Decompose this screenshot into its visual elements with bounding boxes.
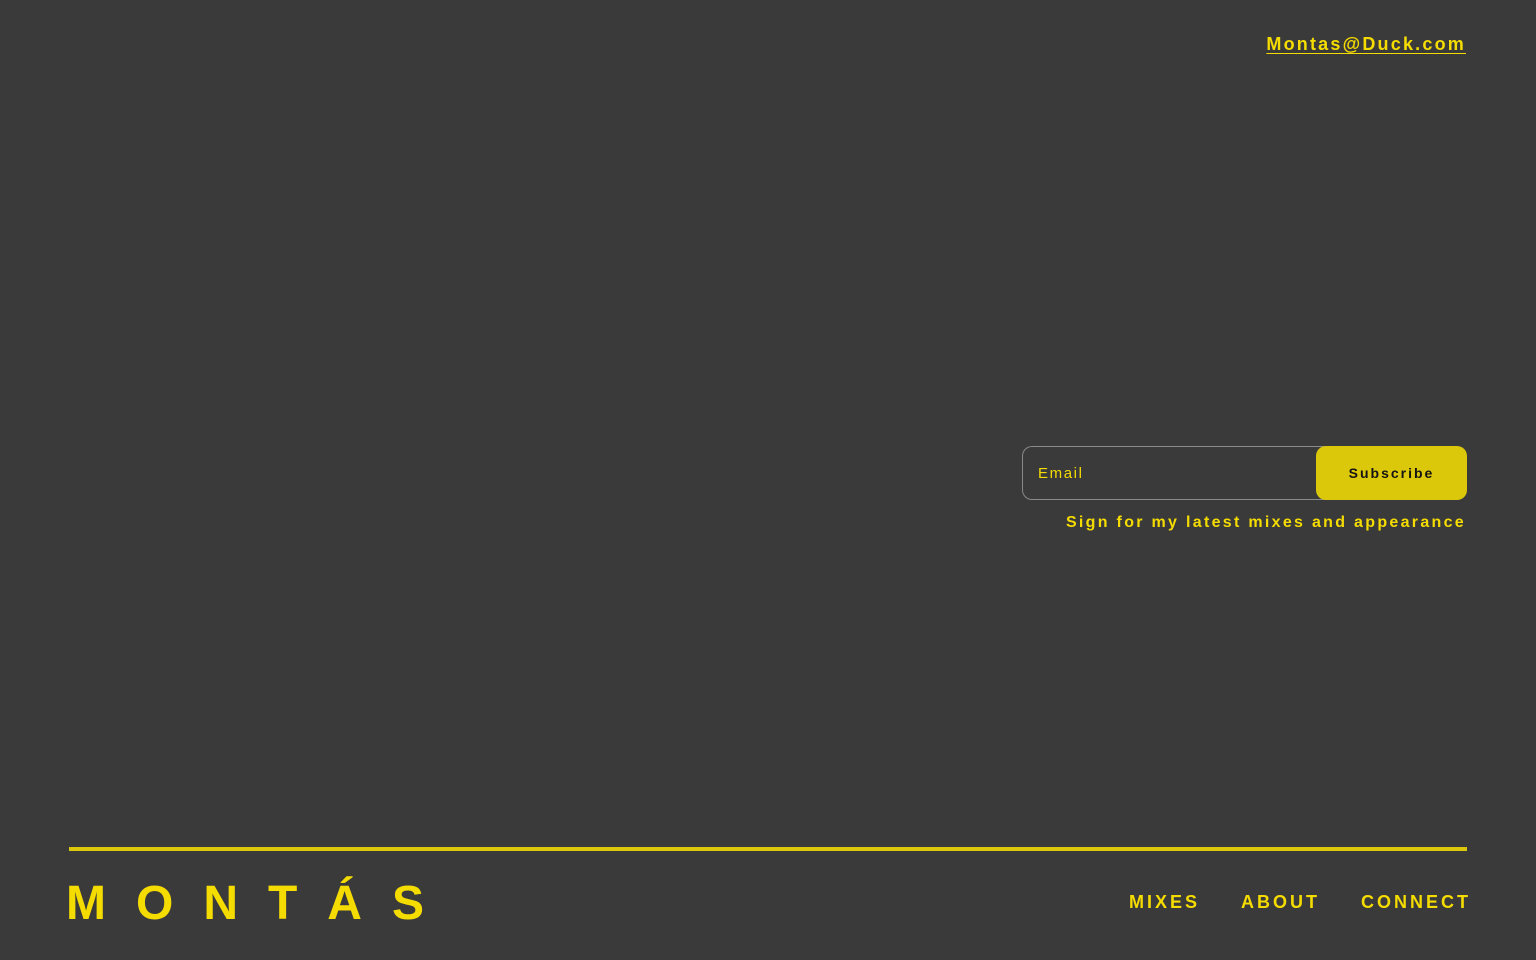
site-logo[interactable]: MONTÁS bbox=[66, 876, 454, 932]
nav-about-link[interactable]: ABOUT bbox=[1241, 890, 1320, 914]
footer-divider bbox=[69, 847, 1467, 851]
subscribe-form: Subscribe bbox=[1022, 446, 1467, 502]
nav-connect-link[interactable]: CONNECT bbox=[1361, 890, 1471, 914]
signup-note: Sign for my latest mixes and appearance bbox=[1065, 514, 1466, 531]
footer-nav: MIXES ABOUT CONNECT bbox=[1129, 890, 1468, 914]
nav-mixes-link[interactable]: MIXES bbox=[1129, 890, 1200, 914]
email-input[interactable] bbox=[1022, 446, 1330, 500]
contact-email-link[interactable]: Montas@Duck.com bbox=[1266, 34, 1466, 55]
subscribe-button[interactable]: Subscribe bbox=[1316, 446, 1467, 500]
